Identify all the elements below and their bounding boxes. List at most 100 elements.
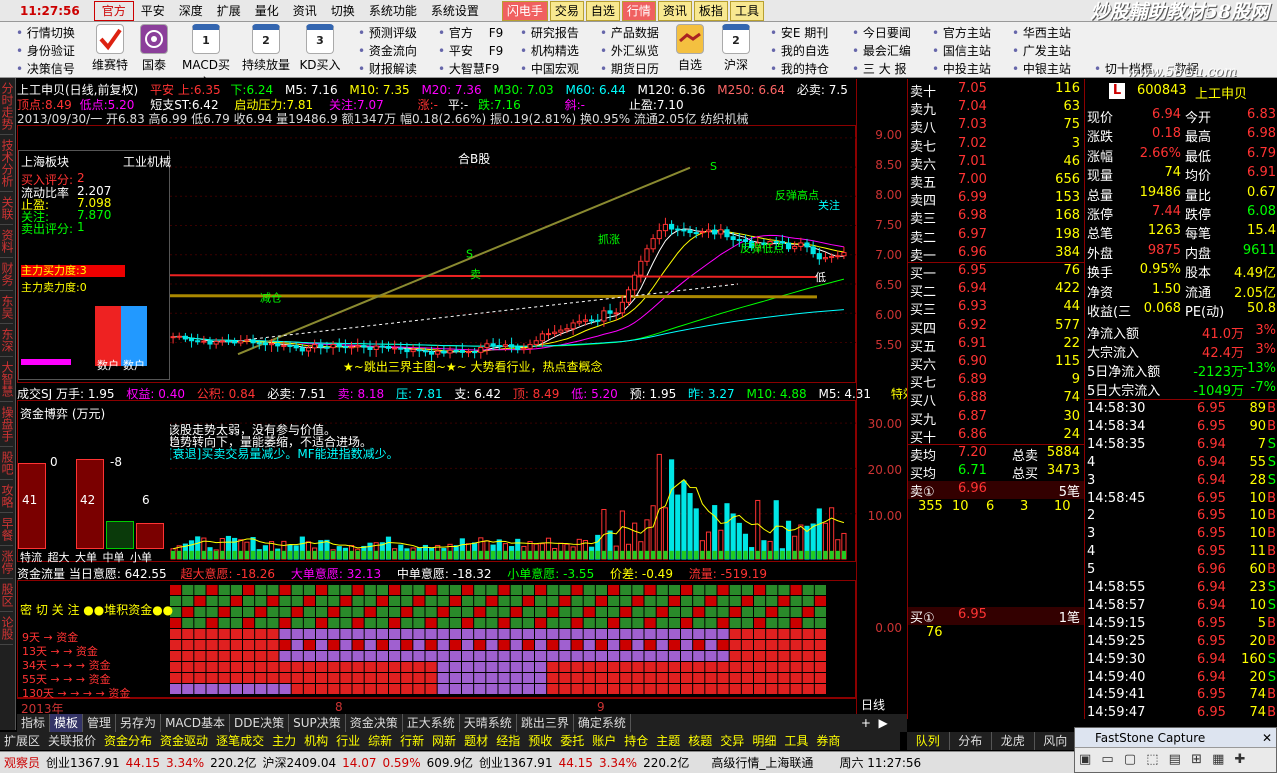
toolbar-link[interactable]: 机构精选 bbox=[520, 42, 579, 60]
sell-level-3[interactable]: 卖三 6.98 168 bbox=[908, 208, 1084, 227]
kline-panel[interactable]: 卖 S S 反弹高点 关注 反弹低点 减仓 抓涨低 合B股 ★~跳出三界主图~★~ 大势看行业… bbox=[17, 125, 857, 383]
function-tab-14[interactable]: 委托 bbox=[556, 732, 588, 750]
toolbar-link[interactable]: 安E 期刊 bbox=[770, 24, 829, 42]
toolbar-link[interactable]: 平安 F9 bbox=[438, 42, 503, 60]
menu-system-settings[interactable]: 系统设置 bbox=[424, 0, 486, 22]
toolbar-hushen-button[interactable]: 2 沪深 bbox=[710, 24, 762, 73]
right-tab-3[interactable]: 风向 bbox=[1035, 732, 1077, 750]
sell-level-2[interactable]: 卖二 6.97 198 bbox=[908, 227, 1084, 246]
buy-level-10[interactable]: 买十 6.86 24 bbox=[908, 427, 1084, 446]
sell1-queue-row[interactable]: 卖① 6.96 5笔 bbox=[908, 481, 1084, 500]
function-tab-21[interactable]: 工具 bbox=[780, 732, 812, 750]
function-tab-2[interactable]: 资金分布 bbox=[100, 732, 156, 750]
function-tab-7[interactable]: 行业 bbox=[332, 732, 364, 750]
buy-level-7[interactable]: 买七 6.89 9 bbox=[908, 372, 1084, 391]
left-tab-2[interactable]: 关联 bbox=[0, 192, 14, 225]
function-tab-9[interactable]: 行新 bbox=[396, 732, 428, 750]
toolbar-link[interactable]: 最会汇编 bbox=[852, 42, 911, 60]
toolbar-link[interactable]: 广发主站 bbox=[1012, 42, 1071, 60]
toolbar-link[interactable]: 中投主站 bbox=[932, 60, 991, 78]
left-tab-13[interactable]: 股区 bbox=[0, 579, 14, 612]
indicator-tab-2[interactable]: 管理 bbox=[83, 714, 117, 732]
sell-level-1[interactable]: 卖一 6.96 384 bbox=[908, 245, 1084, 264]
function-tab-8[interactable]: 综新 bbox=[364, 732, 396, 750]
toolbar-link[interactable]: 行情切换 bbox=[16, 24, 75, 42]
menu-info[interactable]: 资讯 bbox=[286, 0, 324, 22]
faststone-capture-window[interactable]: FastStone Capture ✕ ▣ ▭ ▢ ⬚ ▤ ⊞ ▦ ✚ bbox=[1074, 727, 1277, 773]
tab-scroll[interactable]: + ▶ bbox=[857, 714, 907, 732]
menu-quant[interactable]: 量化 bbox=[248, 0, 286, 22]
function-tab-16[interactable]: 持仓 bbox=[620, 732, 652, 750]
sell-level-9[interactable]: 卖九 7.04 63 bbox=[908, 99, 1084, 118]
indicator-tab-8[interactable]: 正大系统 bbox=[403, 714, 460, 732]
indicator-tab-3[interactable]: 另存为 bbox=[116, 714, 162, 732]
toolbar-link[interactable]: 预测评级 bbox=[358, 24, 417, 42]
sell-level-6[interactable]: 卖六 7.01 46 bbox=[908, 154, 1084, 173]
toolbar-link[interactable]: 产品数据 bbox=[600, 24, 659, 42]
indicator-tab-10[interactable]: 跳出三界 bbox=[517, 714, 574, 732]
function-tab-20[interactable]: 明细 bbox=[748, 732, 780, 750]
function-tab-4[interactable]: 逐笔成交 bbox=[212, 732, 268, 750]
toolbar-link[interactable]: 官方主站 bbox=[932, 24, 991, 42]
function-tab-1[interactable]: 关联报价 bbox=[44, 732, 100, 750]
function-tab-5[interactable]: 主力 bbox=[268, 732, 300, 750]
sell-level-5[interactable]: 卖五 7.00 656 bbox=[908, 172, 1084, 191]
indicator-tab-0[interactable]: 指标 bbox=[17, 714, 51, 732]
function-tab-6[interactable]: 机构 bbox=[300, 732, 332, 750]
indicator-tab-11[interactable]: 确定系统 bbox=[574, 714, 631, 732]
function-tab-12[interactable]: 经指 bbox=[492, 732, 524, 750]
toolbar-link[interactable]: 我的持仓 bbox=[770, 60, 829, 78]
function-tab-19[interactable]: 交异 bbox=[716, 732, 748, 750]
sell-level-7[interactable]: 卖七 7.02 3 bbox=[908, 136, 1084, 155]
tools-button[interactable]: 工具 bbox=[729, 0, 764, 21]
toolbar-link[interactable]: 三 大 报 bbox=[852, 60, 911, 78]
left-tab-14[interactable]: 论股 bbox=[0, 612, 14, 645]
buy1-queue-row[interactable]: 买① 6.95 1笔 bbox=[908, 607, 1084, 626]
right-tab-0[interactable]: 队列 bbox=[907, 732, 950, 750]
toolbar-volume-button[interactable]: 2 持续放量 bbox=[240, 24, 292, 73]
menu-official[interactable]: 官方 bbox=[93, 0, 134, 21]
right-tab-1[interactable]: 分布 bbox=[950, 732, 992, 750]
toolbar-link[interactable]: 身份验证 bbox=[16, 42, 75, 60]
function-tab-13[interactable]: 预收 bbox=[524, 732, 556, 750]
toolbar-link[interactable]: 外汇纵览 bbox=[600, 42, 659, 60]
indicator-tab-1[interactable]: 模板 bbox=[50, 714, 84, 732]
quotes-button[interactable]: 行情 bbox=[621, 0, 656, 21]
close-icon[interactable]: ✕ bbox=[1262, 728, 1272, 748]
indicator-tab-4[interactable]: MACD基本 bbox=[161, 714, 231, 732]
left-tab-12[interactable]: 涨停 bbox=[0, 546, 14, 579]
left-tab-8[interactable]: 操盘手 bbox=[0, 402, 14, 447]
toolbar-link[interactable]: 中国宏观 bbox=[520, 60, 579, 78]
left-tab-1[interactable]: 技术分析 bbox=[0, 135, 14, 192]
buy-level-2[interactable]: 买二 6.94 422 bbox=[908, 281, 1084, 300]
menu-switch[interactable]: 切换 bbox=[324, 0, 362, 22]
left-tab-6[interactable]: 东深 bbox=[0, 324, 14, 357]
left-tab-11[interactable]: 早餐 bbox=[0, 513, 14, 546]
left-tab-0[interactable]: 分时走势 bbox=[0, 78, 14, 135]
toolbar-link[interactable]: 我的自选 bbox=[770, 42, 829, 60]
flash-trade-button[interactable]: 闪电手 bbox=[501, 0, 548, 21]
indicator-tab-6[interactable]: SUP决策 bbox=[289, 714, 346, 732]
toolbar-link[interactable]: 期货日历 bbox=[600, 60, 659, 78]
sell-level-4[interactable]: 卖四 6.99 153 bbox=[908, 190, 1084, 209]
function-tab-17[interactable]: 主题 bbox=[652, 732, 684, 750]
left-tab-9[interactable]: 股吧 bbox=[0, 447, 14, 480]
menu-system-func[interactable]: 系统功能 bbox=[362, 0, 424, 22]
function-tab-15[interactable]: 账户 bbox=[588, 732, 620, 750]
volume-panel[interactable]: 该股走势太弱，没有参与价值。 趋势转向下，量能萎缩，不适合进场。 [衰退]买卖交… bbox=[17, 400, 857, 564]
toolbar-link[interactable]: 官方 F9 bbox=[438, 24, 503, 42]
buy-level-3[interactable]: 买三 6.93 44 bbox=[908, 299, 1084, 318]
news-button[interactable]: 资讯 bbox=[657, 0, 692, 21]
period-label[interactable]: 日线 bbox=[861, 696, 885, 713]
function-tab-3[interactable]: 资金驱动 bbox=[156, 732, 212, 750]
menu-pingan[interactable]: 平安 bbox=[134, 0, 172, 22]
left-tab-7[interactable]: 大智慧 bbox=[0, 357, 14, 402]
toolbar-link[interactable]: 华西主站 bbox=[1012, 24, 1071, 42]
right-tab-2[interactable]: 龙虎 bbox=[992, 732, 1035, 750]
trade-button[interactable]: 交易 bbox=[549, 0, 584, 21]
indicator-tab-7[interactable]: 资金决策 bbox=[346, 714, 403, 732]
function-tab-0[interactable]: 扩展区 bbox=[0, 732, 44, 750]
left-tab-10[interactable]: 攻略 bbox=[0, 480, 14, 513]
function-tab-11[interactable]: 题材 bbox=[460, 732, 492, 750]
menu-extend[interactable]: 扩展 bbox=[210, 0, 248, 22]
